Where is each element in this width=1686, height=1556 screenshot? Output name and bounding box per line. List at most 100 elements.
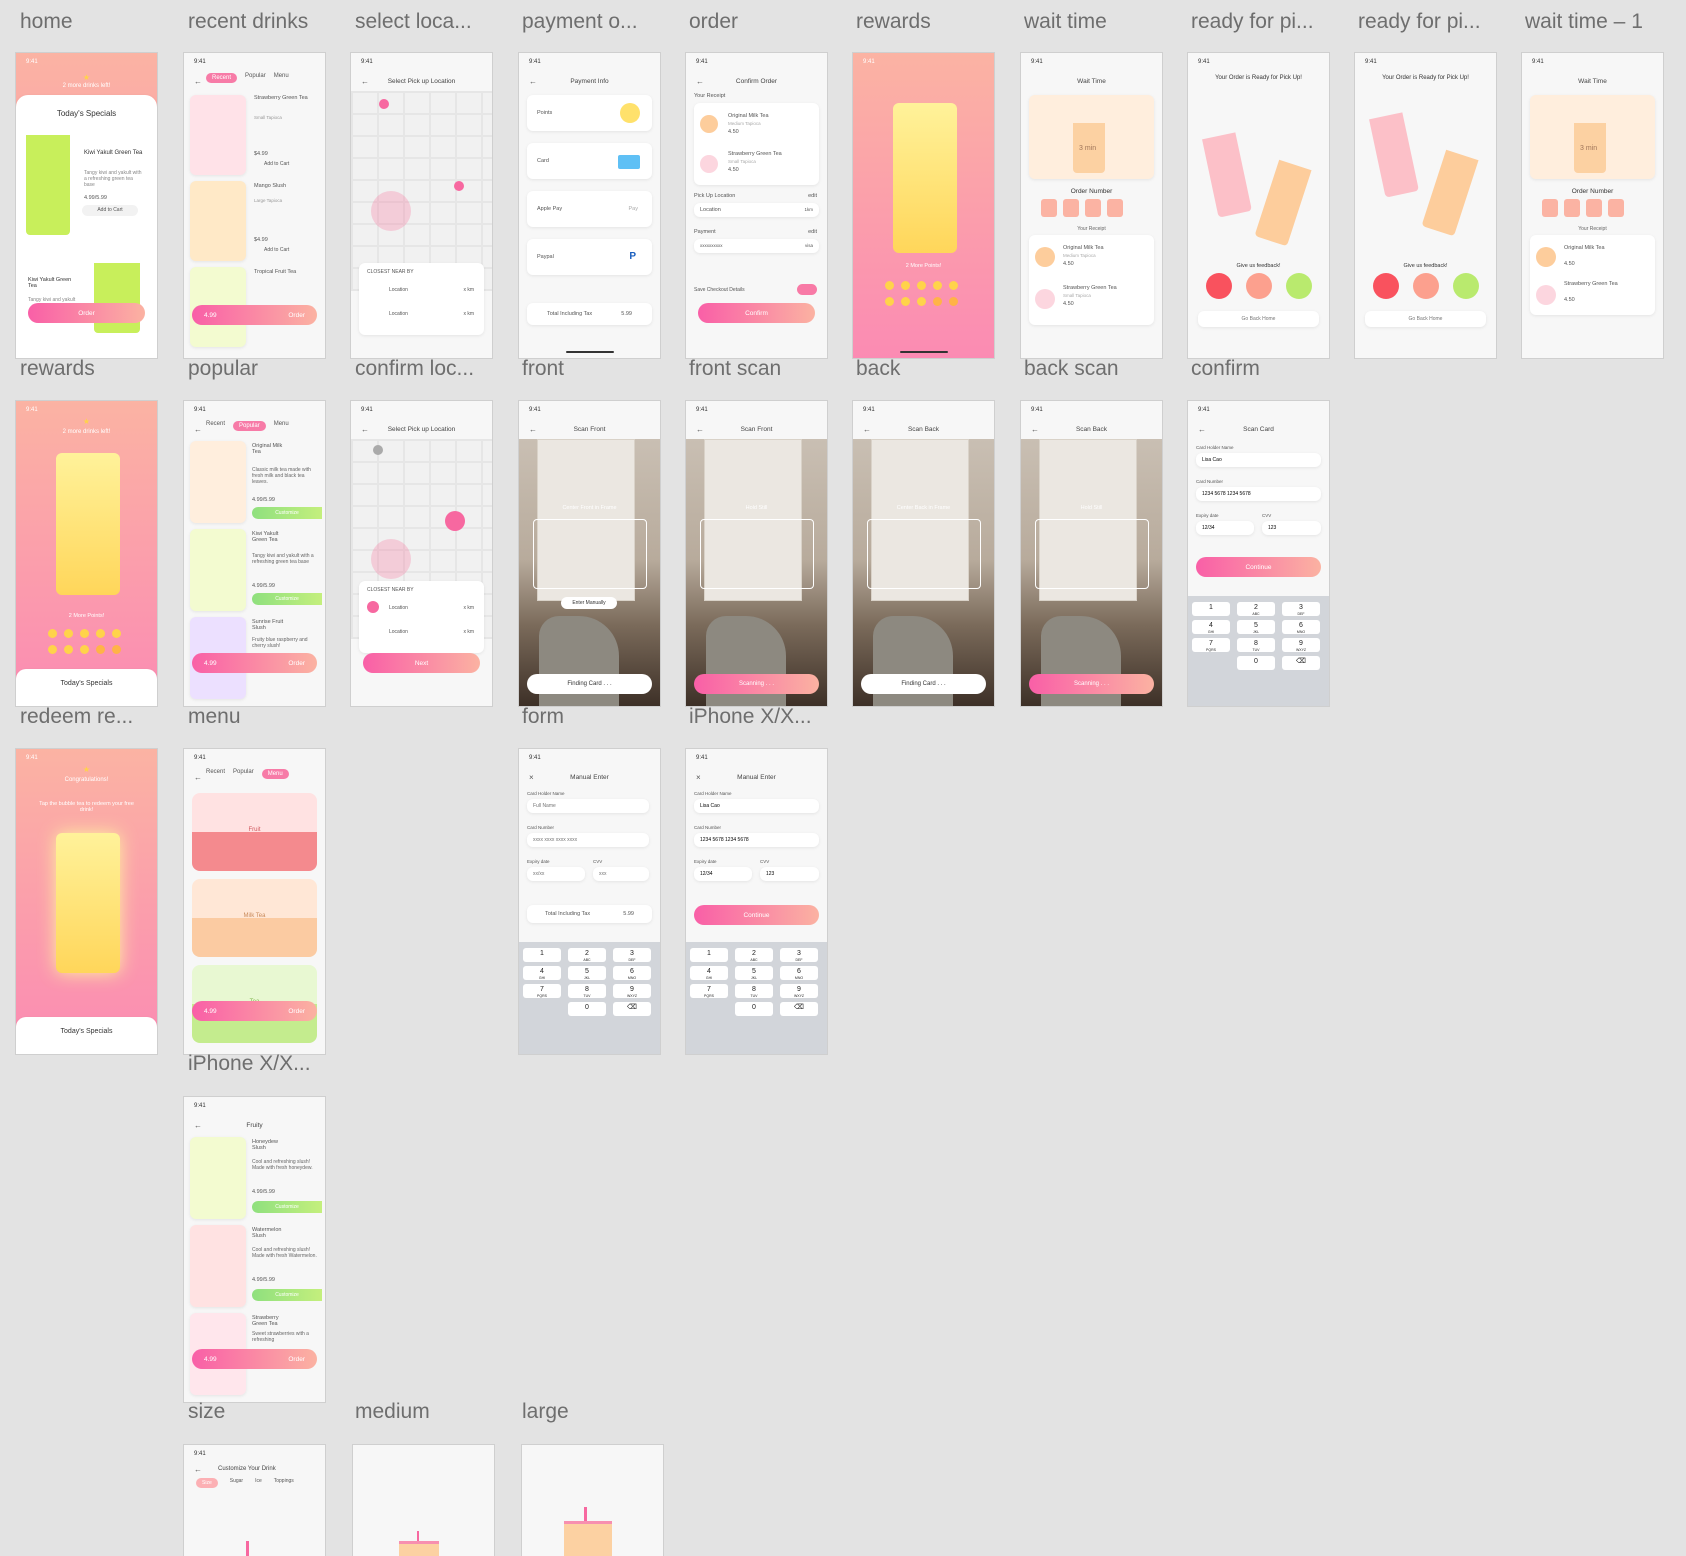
backspace-key[interactable]: ⌫ xyxy=(780,1002,818,1016)
keypad-key[interactable]: 1 xyxy=(1192,602,1230,616)
tab-size[interactable]: Size xyxy=(196,1478,218,1488)
payment-option[interactable]: Apple Pay Pay xyxy=(527,191,652,227)
selected-pin-icon[interactable] xyxy=(445,511,465,531)
order-button[interactable]: Order xyxy=(288,660,305,667)
specials-sheet[interactable]: Today's Specials xyxy=(16,669,157,706)
holder-name-field[interactable]: Lisa Cao xyxy=(1196,453,1321,467)
edit-link[interactable]: edit xyxy=(808,193,817,199)
cvv-input[interactable] xyxy=(593,867,649,881)
confirm-button[interactable]: Confirm xyxy=(698,303,815,323)
tab-menu[interactable]: Menu xyxy=(274,73,289,83)
keypad-key[interactable]: 3 DEF xyxy=(1282,602,1320,616)
back-arrow-icon[interactable]: ← xyxy=(194,425,202,434)
tab-popular[interactable]: Popular xyxy=(233,421,266,431)
keypad-key[interactable]: 4 GHI xyxy=(523,966,561,980)
keypad-key[interactable]: 5 JKL xyxy=(1237,620,1275,634)
customize-button[interactable]: Customize xyxy=(252,507,322,519)
keypad-key[interactable]: 5 JKL xyxy=(735,966,773,980)
location-option[interactable]: Location xyxy=(389,311,408,317)
cvv-field[interactable]: 123 xyxy=(760,867,819,881)
keypad-key[interactable]: 5 JKL xyxy=(568,966,606,980)
keypad-key[interactable]: 2 ABC xyxy=(568,948,606,962)
back-arrow-icon[interactable]: ← xyxy=(194,773,202,782)
tab-recent[interactable]: Recent xyxy=(206,73,238,83)
order-bar[interactable]: 4.99 Order xyxy=(192,305,317,325)
backspace-key[interactable]: ⌫ xyxy=(613,1002,651,1016)
tab-popular[interactable]: Popular xyxy=(245,73,266,83)
keypad-key[interactable]: 1 xyxy=(690,948,728,962)
card-number-field[interactable]: 1234 5678 1234 5678 xyxy=(694,833,819,847)
reward-cup[interactable] xyxy=(56,833,120,973)
expiry-input[interactable] xyxy=(527,867,585,881)
location-option[interactable]: Location xyxy=(389,629,408,635)
edit-link[interactable]: edit xyxy=(808,229,817,235)
keypad-key[interactable]: 6 MNO xyxy=(613,966,651,980)
neutral-face-icon[interactable] xyxy=(1246,273,1272,299)
keypad-key[interactable]: 9 WXYZ xyxy=(1282,638,1320,652)
tab-recent[interactable]: Recent xyxy=(206,421,225,431)
keypad-key[interactable]: 6 MNO xyxy=(1282,620,1320,634)
category-milk-tea[interactable]: Milk Tea xyxy=(192,879,317,957)
category-fruit[interactable]: Fruit xyxy=(192,793,317,871)
add-to-cart-button[interactable]: Add to Cart xyxy=(82,205,138,216)
payment-option[interactable]: Points xyxy=(527,95,652,131)
save-toggle[interactable] xyxy=(797,284,817,295)
continue-button[interactable]: Continue xyxy=(1196,557,1321,577)
pin-icon[interactable] xyxy=(373,445,383,455)
keypad-key[interactable]: 3 DEF xyxy=(613,948,651,962)
tab-ice[interactable]: Ice xyxy=(255,1478,262,1488)
order-bar[interactable]: 4.99 Order xyxy=(192,653,317,673)
order-button[interactable]: Order xyxy=(288,312,305,319)
card-number-input[interactable] xyxy=(527,833,649,847)
add-to-cart-button[interactable]: Add to Cart xyxy=(264,161,289,167)
tab-toppings[interactable]: Toppings xyxy=(274,1478,294,1488)
neutral-face-icon[interactable] xyxy=(1413,273,1439,299)
back-arrow-icon[interactable]: ← xyxy=(194,77,202,86)
keypad-key[interactable]: 7 PQRS xyxy=(690,984,728,998)
keypad-key[interactable]: 6 MNO xyxy=(780,966,818,980)
payment-option[interactable]: Card xyxy=(527,143,652,179)
keypad-key[interactable]: 2 ABC xyxy=(1237,602,1275,616)
keypad-key[interactable]: 0 xyxy=(1237,656,1275,670)
sad-face-icon[interactable] xyxy=(1206,273,1232,299)
keypad-key[interactable]: 4 GHI xyxy=(1192,620,1230,634)
keypad-key[interactable]: 8 TUV xyxy=(568,984,606,998)
tab-popular[interactable]: Popular xyxy=(233,769,254,779)
continue-button[interactable]: Continue xyxy=(694,905,819,925)
order-bar[interactable]: 4.99 Order xyxy=(192,1001,317,1021)
keypad-key[interactable]: 8 TUV xyxy=(735,984,773,998)
keypad-key[interactable]: 7 PQRS xyxy=(523,984,561,998)
order-bar[interactable]: 4.99 Order xyxy=(192,1349,317,1369)
location-option[interactable]: Location xyxy=(389,605,408,611)
tab-recent[interactable]: Recent xyxy=(206,769,225,779)
pin-icon[interactable] xyxy=(454,181,464,191)
sad-face-icon[interactable] xyxy=(1373,273,1399,299)
keypad-key[interactable]: 0 xyxy=(568,1002,606,1016)
next-button[interactable]: Next xyxy=(363,653,480,673)
map[interactable] xyxy=(351,91,492,291)
go-home-button[interactable]: Go Back Home xyxy=(1365,311,1486,327)
keypad-key[interactable]: 2 ABC xyxy=(735,948,773,962)
keypad-key[interactable]: 7 PQRS xyxy=(1192,638,1230,652)
customize-button[interactable]: Customize xyxy=(252,1289,322,1301)
keypad-key[interactable]: 8 TUV xyxy=(1237,638,1275,652)
keypad-key[interactable]: 9 WXYZ xyxy=(780,984,818,998)
keypad-key[interactable]: 3 DEF xyxy=(780,948,818,962)
order-button[interactable]: Order xyxy=(288,1008,305,1015)
location-option[interactable]: Location xyxy=(389,287,408,293)
tab-menu[interactable]: Menu xyxy=(274,421,289,431)
tab-menu[interactable]: Menu xyxy=(261,769,289,779)
happy-face-icon[interactable] xyxy=(1286,273,1312,299)
enter-manually-button[interactable]: Enter Manually xyxy=(561,597,617,609)
reward-cup[interactable] xyxy=(56,453,120,595)
expiry-field[interactable]: 12/34 xyxy=(1196,521,1254,535)
customize-button[interactable]: Customize xyxy=(252,1201,322,1213)
holder-name-input[interactable] xyxy=(527,799,649,813)
holder-name-field[interactable]: Lisa Cao xyxy=(694,799,819,813)
keypad-key[interactable]: 1 xyxy=(523,948,561,962)
happy-face-icon[interactable] xyxy=(1453,273,1479,299)
card-number-field[interactable]: 1234 5678 1234 5678 xyxy=(1196,487,1321,501)
expiry-field[interactable]: 12/34 xyxy=(694,867,752,881)
go-home-button[interactable]: Go Back Home xyxy=(1198,311,1319,327)
reward-cup[interactable] xyxy=(893,103,957,253)
